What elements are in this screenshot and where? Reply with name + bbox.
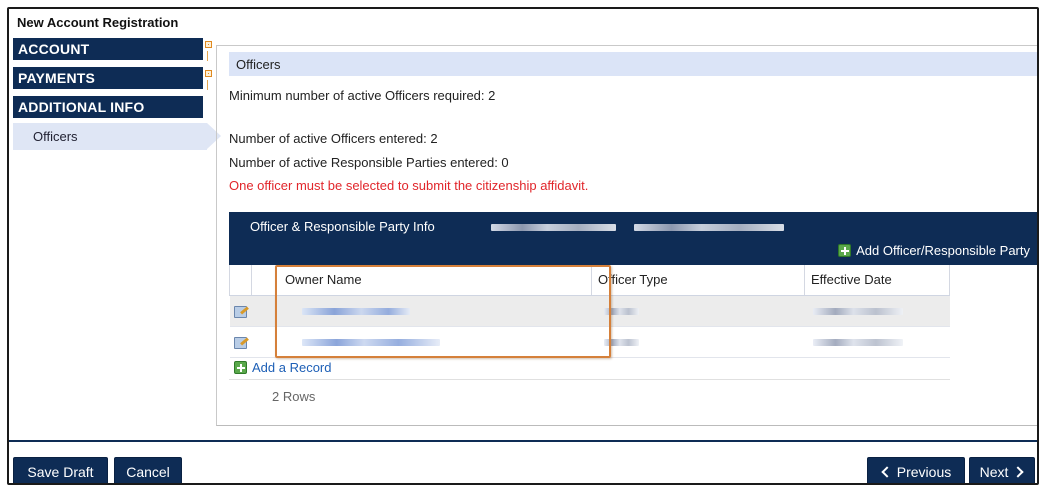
officer-type-cell bbox=[591, 326, 805, 358]
add-icon bbox=[234, 361, 247, 374]
chevron-left-icon bbox=[881, 466, 893, 478]
sidebar: ACCOUNT PAYMENTS ADDITIONAL INFO Officer… bbox=[13, 38, 223, 150]
save-draft-button[interactable]: Save Draft bbox=[13, 457, 108, 483]
edit-cell[interactable] bbox=[229, 326, 252, 358]
redacted-text bbox=[491, 224, 616, 231]
sidebar-item-payments[interactable]: PAYMENTS bbox=[13, 67, 212, 90]
sidebar-item-label: ADDITIONAL INFO bbox=[18, 99, 145, 115]
add-icon bbox=[838, 244, 852, 257]
chevron-right-icon bbox=[1012, 466, 1025, 478]
edit-cell[interactable] bbox=[229, 295, 252, 327]
registration-window: New Account Registration ACCOUNT PAYMENT… bbox=[7, 7, 1039, 485]
window-title: New Account Registration bbox=[17, 15, 179, 30]
sidebar-item-account[interactable]: ACCOUNT bbox=[13, 38, 212, 61]
edit-icon[interactable] bbox=[234, 305, 247, 318]
active-parties-text: Number of active Responsible Parties ent… bbox=[229, 155, 509, 170]
sidebar-subitem-label: Officers bbox=[33, 129, 78, 144]
redacted-text bbox=[812, 307, 903, 315]
expand-marker-icon bbox=[205, 70, 212, 77]
officers-panel: Officers Minimum number of active Office… bbox=[216, 45, 1037, 426]
warning-message: One officer must be selected to submit t… bbox=[229, 178, 589, 193]
divider bbox=[207, 80, 208, 90]
footer-divider bbox=[9, 440, 1037, 442]
save-draft-label: Save Draft bbox=[27, 464, 94, 480]
grid-title: Officer & Responsible Party Info bbox=[250, 219, 435, 234]
owner-name-highlight bbox=[275, 265, 611, 358]
min-officers-text: Minimum number of active Officers requir… bbox=[229, 88, 496, 103]
column-header-officer-type[interactable]: Officer Type bbox=[591, 265, 805, 296]
sidebar-item-label: ACCOUNT bbox=[18, 41, 90, 57]
next-label: Next bbox=[979, 464, 1009, 480]
sidebar-item-label: PAYMENTS bbox=[18, 70, 96, 86]
previous-label: Previous bbox=[896, 464, 952, 480]
effective-date-cell bbox=[804, 326, 950, 358]
edit-icon[interactable] bbox=[234, 336, 247, 349]
sidebar-subitem-officers[interactable]: Officers bbox=[13, 123, 221, 150]
add-officer-button[interactable]: Add Officer/Responsible Party bbox=[838, 243, 1030, 258]
officer-type-cell bbox=[591, 295, 805, 327]
redacted-text bbox=[634, 224, 784, 231]
divider bbox=[207, 51, 208, 61]
add-officer-label: Add Officer/Responsible Party bbox=[856, 243, 1030, 258]
section-header: Officers bbox=[229, 52, 1037, 76]
icon-column-header bbox=[229, 265, 252, 296]
add-record-label: Add a Record bbox=[252, 360, 332, 375]
column-header-effective-date[interactable]: Effective Date bbox=[804, 265, 950, 296]
divider bbox=[229, 379, 950, 380]
cancel-button[interactable]: Cancel bbox=[114, 457, 182, 483]
redacted-text bbox=[812, 338, 903, 346]
expand-marker-icon bbox=[205, 41, 212, 48]
cancel-label: Cancel bbox=[126, 464, 170, 480]
active-officers-text: Number of active Officers entered: 2 bbox=[229, 131, 438, 146]
previous-button[interactable]: Previous bbox=[867, 457, 965, 483]
add-record-link[interactable]: Add a Record bbox=[234, 360, 332, 375]
next-button[interactable]: Next bbox=[969, 457, 1035, 483]
grid-header: Officer & Responsible Party Info Add Off… bbox=[229, 212, 1037, 265]
effective-date-cell bbox=[804, 295, 950, 327]
sidebar-item-additional-info[interactable]: ADDITIONAL INFO bbox=[13, 96, 203, 118]
rows-count: 2 Rows bbox=[272, 389, 316, 404]
